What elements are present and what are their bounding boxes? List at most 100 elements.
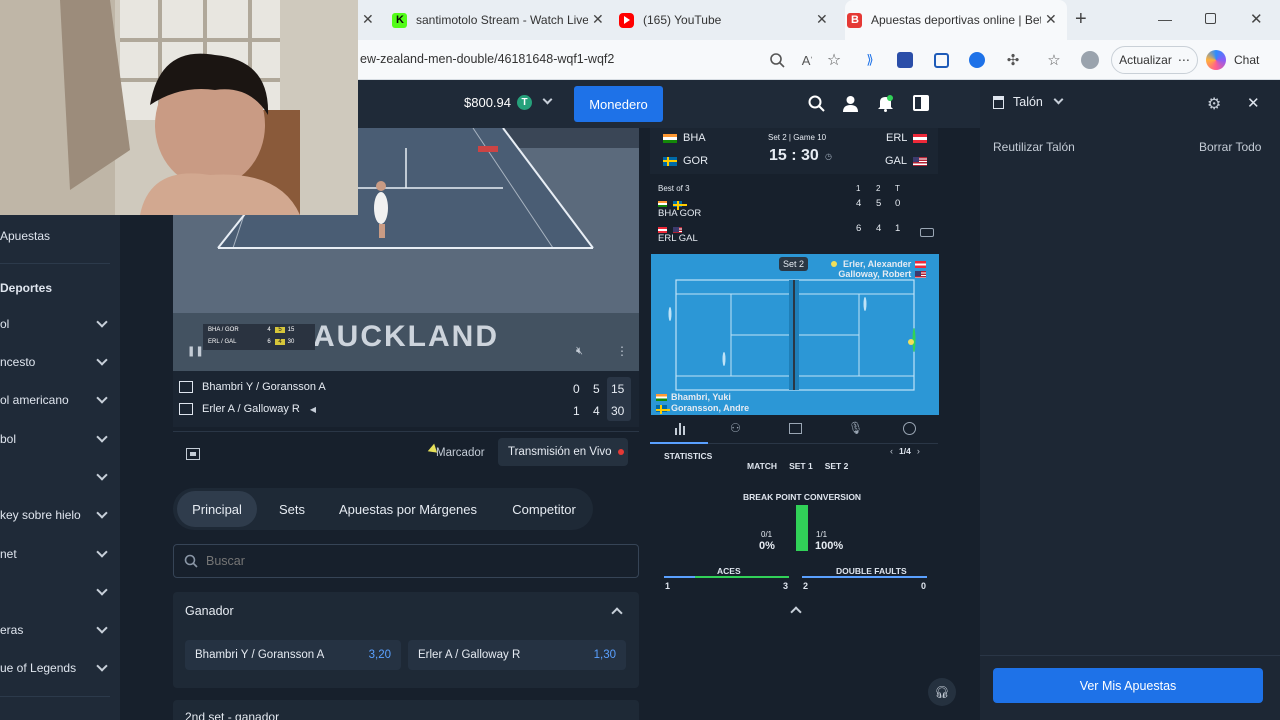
home-team-bottom: GOR	[663, 155, 708, 167]
india-flag-icon	[658, 200, 667, 207]
live-dot-icon	[617, 449, 624, 455]
profile-avatar-icon[interactable]	[1080, 50, 1100, 70]
copilot-chat-button[interactable]: Chat	[1206, 46, 1276, 74]
chevron-down-icon	[96, 354, 108, 366]
picture-in-picture-icon[interactable]	[186, 448, 200, 460]
bar-chart-icon[interactable]	[674, 422, 686, 438]
microphone-icon[interactable]: 🎙︎	[848, 421, 863, 435]
aces-track	[664, 576, 789, 578]
usa-flag-icon	[915, 271, 927, 279]
list-icon[interactable]	[789, 423, 802, 434]
df-right-value: 0	[921, 581, 927, 591]
close-betslip-icon[interactable]: ✕	[1247, 94, 1260, 112]
sidebar-item-carreras[interactable]: eras	[0, 615, 120, 645]
minimize-icon[interactable]: —	[1158, 11, 1172, 27]
extension-capture-icon[interactable]	[931, 50, 951, 70]
extension-shield-icon[interactable]	[895, 50, 915, 70]
collapse-chevron-up-icon[interactable]	[790, 606, 802, 618]
stats-tab-strip: ⚇ 🎙︎	[650, 418, 938, 444]
support-headset-icon[interactable]: 🎧︎	[928, 678, 956, 706]
filter-set2[interactable]: SET 2	[825, 461, 849, 471]
court-view-icon[interactable]	[920, 228, 934, 237]
close-window-icon[interactable]: ✕	[1250, 10, 1263, 28]
col-header: 2	[876, 184, 881, 193]
sidebar-item-hockey[interactable]: key sobre hielo	[0, 500, 120, 530]
sidebar-item-baloncesto[interactable]: ncesto	[0, 347, 120, 377]
tab-apuestas-margenes[interactable]: Apuestas por Márgenes	[333, 491, 483, 527]
more-vertical-icon[interactable]: ⋮	[616, 344, 628, 358]
chevron-left-icon[interactable]: ‹	[890, 446, 893, 456]
update-browser-button[interactable]: Actualizar ⋯	[1111, 46, 1198, 74]
new-tab-icon[interactable]: +	[1075, 8, 1087, 31]
sidebar-item-beisbol[interactable]: bol	[0, 424, 120, 454]
mini-score-games: 4	[275, 339, 285, 345]
col-header: T	[895, 184, 900, 193]
tab-sets[interactable]: Sets	[268, 491, 316, 527]
search-icon[interactable]	[808, 95, 825, 115]
marcador-toggle[interactable]: Marcador	[436, 447, 485, 459]
odds-button-bhambri[interactable]: Bhambri Y / Goransson A 3,20	[185, 640, 401, 670]
wallet-button[interactable]: Monedero	[574, 86, 663, 122]
sidebar-apuestas-link[interactable]: Apuestas	[0, 229, 50, 243]
tab-principal[interactable]: Principal	[177, 491, 257, 527]
extension-chat-icon[interactable]	[967, 50, 987, 70]
sidebar-gutter	[120, 128, 162, 720]
df-left-value: 2	[803, 581, 809, 591]
balance-display[interactable]: $800.94 T	[464, 94, 553, 110]
sidebar-item-league-of-legends[interactable]: ue of Legends	[0, 653, 120, 683]
clear-all-link[interactable]: Borrar Todo	[1199, 140, 1261, 154]
sidebar-item-label: key sobre hielo	[0, 508, 81, 522]
close-icon[interactable]: ✕	[362, 11, 374, 28]
favorite-star-icon[interactable]: ☆	[824, 50, 844, 70]
sidebar-item-futbol-americano[interactable]: ol americano	[0, 385, 120, 415]
mini-score-team: ERL / GAL	[208, 339, 237, 345]
view-my-bets-button[interactable]: Ver Mis Apuestas	[993, 668, 1263, 703]
sidebar-item-sport-8[interactable]	[0, 577, 120, 607]
address-bar-url[interactable]: ew-zealand-men-double/46181648-wqf1-wqf2	[360, 52, 614, 66]
set-score: 6	[856, 223, 862, 234]
sidebar-item-sport-5[interactable]	[0, 462, 120, 492]
sidebar-item-futbol[interactable]: ol	[0, 309, 120, 339]
chevron-right-icon[interactable]: ›	[917, 446, 920, 456]
close-icon[interactable]: ✕	[1045, 11, 1057, 28]
best-of-label: Best of 3	[658, 184, 690, 193]
close-icon[interactable]: ✕	[816, 11, 828, 28]
mute-icon[interactable]: 🔇︎	[576, 345, 583, 358]
betslip-toggle-icon[interactable]	[913, 95, 929, 111]
outcome-odds: 1,30	[593, 649, 616, 661]
live-stream-toggle[interactable]: Transmisión en Vivo	[498, 438, 628, 466]
pause-icon[interactable]: ❚❚	[187, 346, 204, 357]
search-input[interactable]	[206, 550, 626, 572]
extension-wave-icon[interactable]: ⟫	[860, 50, 880, 70]
reuse-betslip-link[interactable]: Reutilizar Talón	[993, 140, 1075, 154]
market-next[interactable]: 2nd set - ganador	[173, 700, 639, 720]
aces-right-bar	[695, 576, 789, 578]
sidebar-item-voleibol[interactable]: net	[0, 539, 120, 569]
mini-score-sets: 4	[267, 327, 271, 333]
close-icon[interactable]: ✕	[592, 11, 604, 28]
lineups-icon[interactable]: ⚇	[730, 421, 741, 435]
tab-competitor[interactable]: Competitor	[503, 491, 585, 527]
browser-tab-kick[interactable]: K santimotolo Stream - Watch Live ✕	[392, 0, 614, 40]
betslip-header[interactable]: Talón	[993, 94, 1064, 109]
browser-tab-betting[interactable]: B Apuestas deportivas online | Bet ✕	[845, 0, 1067, 40]
restore-icon[interactable]	[1205, 13, 1216, 24]
zoom-icon[interactable]	[767, 50, 787, 70]
filter-set1[interactable]: SET 1	[789, 461, 813, 471]
filter-match[interactable]: MATCH	[747, 461, 777, 471]
notifications-bell-icon[interactable]	[877, 94, 894, 115]
favorites-list-icon[interactable]: ☆	[1044, 50, 1064, 70]
extensions-puzzle-icon[interactable]: ✣	[1003, 50, 1023, 70]
active-tab-indicator	[650, 442, 708, 444]
chevron-up-icon[interactable]	[611, 607, 623, 619]
read-aloud-icon[interactable]: Aʼ	[797, 50, 817, 70]
tab-close-previous[interactable]: ✕	[358, 0, 380, 40]
tab-title: Apuestas deportivas online | Bet	[871, 13, 1041, 27]
settings-gear-icon[interactable]: ⚙	[1207, 94, 1221, 114]
tennis-ball-icon[interactable]	[903, 422, 916, 435]
browser-tab-youtube[interactable]: (165) YouTube ✕	[619, 0, 831, 40]
user-icon[interactable]	[842, 95, 859, 115]
odds-button-erler[interactable]: Erler A / Galloway R 1,30	[408, 640, 626, 670]
chevron-down-icon	[96, 392, 108, 404]
tether-coin-icon: T	[517, 95, 532, 110]
